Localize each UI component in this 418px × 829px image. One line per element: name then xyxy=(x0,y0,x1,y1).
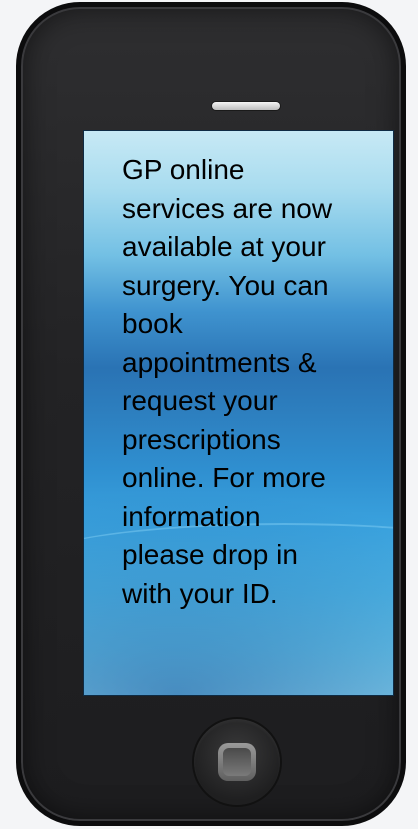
phone-screen: GP online services are now available at … xyxy=(83,130,394,696)
home-button-icon xyxy=(194,719,280,805)
speaker-grille-icon xyxy=(212,102,280,110)
home-button-square-icon xyxy=(218,743,256,781)
smartphone-illustration: GP online services are now available at … xyxy=(16,2,406,826)
gp-online-services-message: GP online services are now available at … xyxy=(122,154,333,609)
